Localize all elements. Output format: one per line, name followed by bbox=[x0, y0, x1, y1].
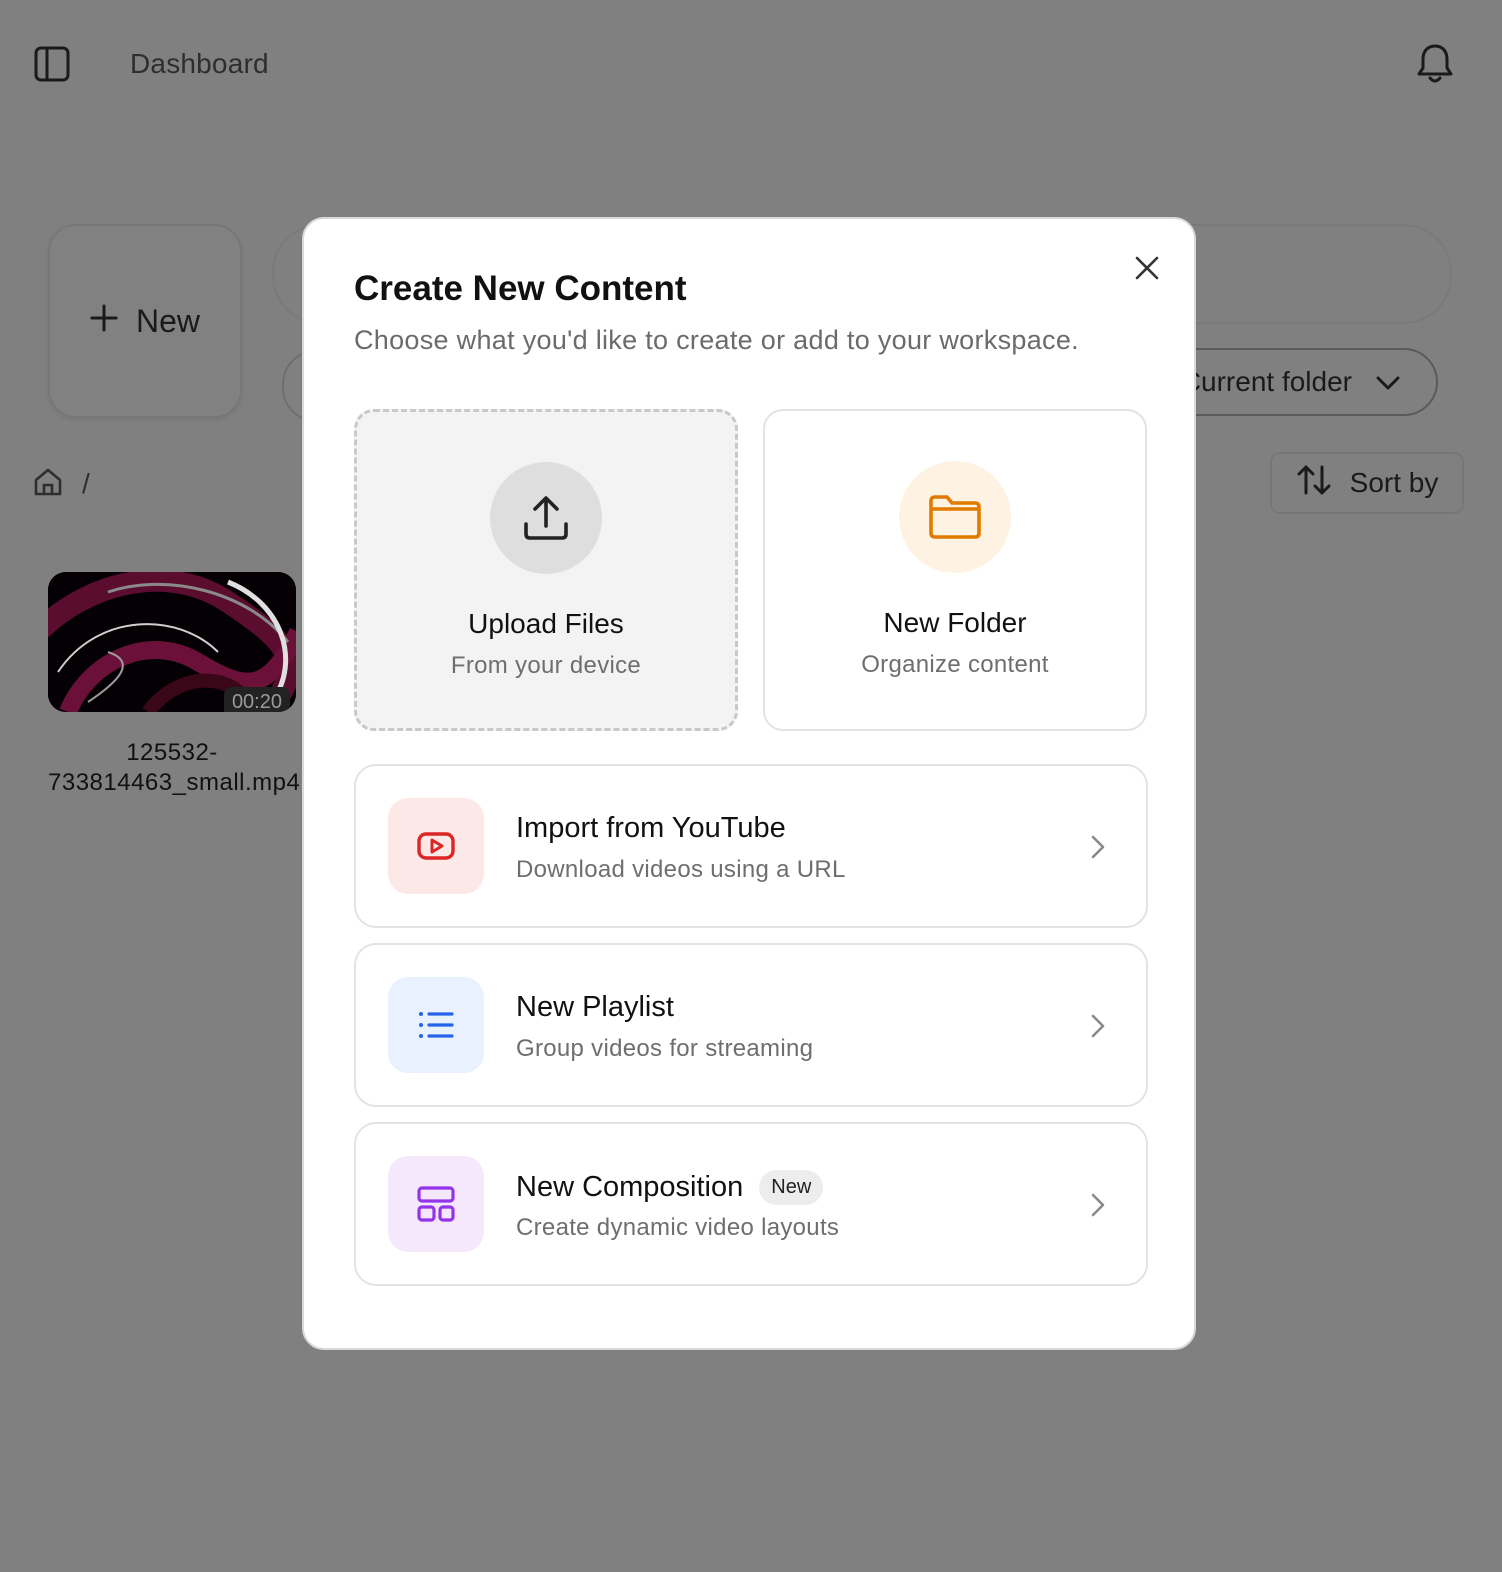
youtube-icon bbox=[388, 798, 484, 894]
new-composition-option[interactable]: New Composition New Create dynamic video… bbox=[354, 1122, 1148, 1286]
video-thumbnail[interactable]: 00:20 bbox=[48, 572, 296, 712]
upload-icon bbox=[490, 462, 602, 574]
notification-bell-icon[interactable] bbox=[1414, 42, 1456, 86]
new-playlist-option[interactable]: New Playlist Group videos for streaming bbox=[354, 943, 1148, 1107]
new-badge: New bbox=[759, 1170, 824, 1205]
breadcrumb-separator: / bbox=[82, 468, 90, 499]
chevron-right-icon bbox=[1088, 1192, 1108, 1218]
new-playlist-title: New Playlist bbox=[516, 991, 674, 1023]
video-file-card[interactable]: 00:20 125532-733814463_small.mp4 bbox=[48, 572, 301, 798]
new-playlist-subtitle: Group videos for streaming bbox=[516, 1035, 814, 1062]
new-folder-title: New Folder bbox=[883, 607, 1027, 638]
sidebar-toggle-icon[interactable] bbox=[34, 46, 70, 82]
plus-icon bbox=[90, 303, 118, 340]
folder-icon bbox=[899, 461, 1011, 573]
upload-files-title: Upload Files bbox=[468, 608, 624, 639]
new-composition-subtitle: Create dynamic video layouts bbox=[516, 1214, 840, 1241]
import-youtube-title: Import from YouTube bbox=[516, 812, 786, 844]
new-folder-tile[interactable]: New Folder Organize content bbox=[763, 409, 1147, 731]
folder-scope-value: Current folder bbox=[1180, 366, 1352, 397]
video-file-name: 125532-733814463_small.mp4 bbox=[48, 739, 301, 796]
upload-files-subtitle: From your device bbox=[450, 652, 642, 679]
sort-button-label: Sort by bbox=[1349, 467, 1439, 498]
dialog-title: Create New Content bbox=[354, 269, 687, 308]
dialog-subtitle: Choose what you'd like to create or add … bbox=[354, 325, 1079, 355]
chevron-down-icon bbox=[1376, 366, 1400, 398]
sort-arrows-icon bbox=[1296, 463, 1332, 504]
sort-button[interactable]: Sort by bbox=[1270, 452, 1464, 514]
new-folder-subtitle: Organize content bbox=[861, 651, 1049, 678]
upload-files-tile[interactable]: Upload Files From your device bbox=[354, 409, 738, 731]
chevron-right-icon bbox=[1088, 834, 1108, 860]
video-duration: 00:20 bbox=[223, 687, 290, 712]
top-bar: Dashboard bbox=[0, 0, 1502, 130]
layout-icon bbox=[388, 1156, 484, 1252]
chevron-right-icon bbox=[1088, 1013, 1108, 1039]
import-youtube-option[interactable]: Import from YouTube Download videos usin… bbox=[354, 764, 1148, 928]
new-button-label: New bbox=[135, 302, 200, 339]
list-icon bbox=[388, 977, 484, 1073]
page-breadcrumb[interactable]: Dashboard bbox=[130, 48, 269, 80]
home-icon[interactable] bbox=[32, 466, 64, 498]
new-composition-title: New Composition bbox=[516, 1171, 744, 1203]
create-content-dialog: Create New Content Choose what you'd lik… bbox=[302, 217, 1196, 1350]
import-youtube-subtitle: Download videos using a URL bbox=[516, 856, 846, 883]
close-icon[interactable] bbox=[1134, 255, 1160, 281]
new-button[interactable]: New bbox=[48, 224, 242, 418]
